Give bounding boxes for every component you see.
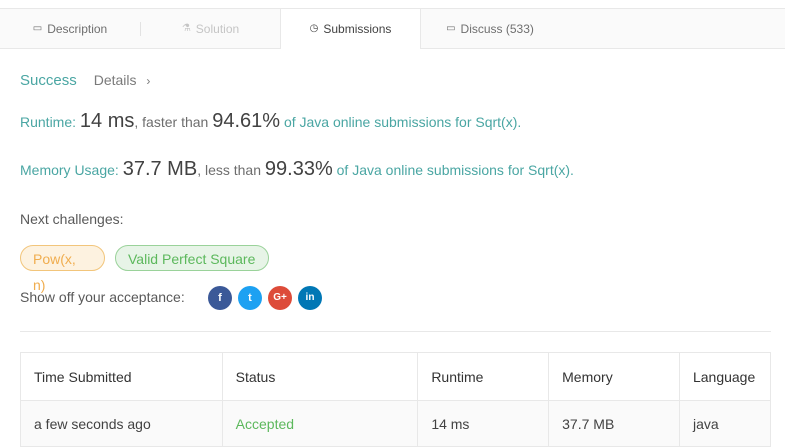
divider (20, 331, 771, 332)
top-strip (0, 0, 785, 9)
comment-icon: ▭ (446, 23, 456, 34)
memory-percent: 99.33% (264, 158, 333, 180)
chevron-right-icon: › (146, 74, 151, 88)
result-status: Success (20, 72, 77, 89)
header-memory[interactable]: Memory (548, 352, 680, 401)
google-plus-icon[interactable]: G+ (268, 286, 292, 310)
next-challenges-label: Next challenges: (20, 211, 124, 227)
challenge-valid-perfect-square[interactable]: Valid Perfect Square (115, 245, 269, 271)
runtime-value: 14 ms (79, 110, 135, 132)
tab-discuss-label: Discuss (533) (460, 22, 534, 36)
details-link[interactable]: Details › (94, 72, 151, 88)
submissions-table: Time Submitted Status Runtime Memory Lan… (20, 352, 772, 447)
table-row: a few seconds ago Accepted 14 ms 37.7 MB… (20, 400, 772, 447)
description-icon: ▭ (32, 23, 43, 34)
details-label: Details (93, 72, 137, 88)
memory-suffix: of Java online submissions for Sqrt(x). (332, 162, 574, 178)
header-time-submitted[interactable]: Time Submitted (20, 352, 223, 401)
tab-solution-label: Solution (195, 22, 240, 36)
tab-solution[interactable]: ⚗ Solution (141, 9, 280, 49)
memory-stat: Memory Usage: 37.7 MB, less than 99.33% … (20, 158, 574, 181)
cell-memory: 37.7 MB (548, 400, 680, 447)
result-header: Success Details › (20, 72, 150, 89)
runtime-percent: 94.61% (212, 110, 281, 132)
tab-description[interactable]: ▭ Description (0, 9, 140, 49)
memory-compare: , less than (197, 162, 265, 178)
cell-time-submitted: a few seconds ago (20, 400, 223, 447)
twitter-icon[interactable]: t (238, 286, 262, 310)
linkedin-icon[interactable]: in (298, 286, 322, 310)
clock-icon: ◷ (309, 23, 319, 34)
tab-description-label: Description (47, 22, 108, 36)
header-status[interactable]: Status (221, 352, 419, 401)
runtime-suffix: of Java online submissions for Sqrt(x). (280, 114, 522, 130)
tab-discuss[interactable]: ▭ Discuss (533) (420, 9, 560, 49)
tab-submissions[interactable]: ◷ Submissions (280, 9, 421, 49)
runtime-stat: Runtime: 14 ms, faster than 94.61% of Ja… (20, 110, 521, 133)
runtime-compare: , faster than (134, 114, 213, 130)
challenge-pow[interactable]: Pow(x, n) (20, 245, 105, 293)
memory-label: Memory Usage: (20, 162, 123, 178)
table-header-row: Time Submitted Status Runtime Memory Lan… (20, 352, 772, 401)
tab-submissions-label: Submissions (323, 22, 392, 36)
header-runtime[interactable]: Runtime (417, 352, 550, 401)
cell-language: java (678, 400, 772, 447)
cell-status-link[interactable]: Accepted (221, 400, 419, 447)
flask-icon: ⚗ (181, 23, 191, 34)
runtime-label: Runtime: (20, 114, 80, 130)
header-language[interactable]: Language (678, 352, 772, 401)
facebook-icon[interactable]: f (208, 286, 232, 310)
share-label: Show off your acceptance: (20, 289, 185, 305)
cell-runtime: 14 ms (417, 400, 550, 447)
memory-value: 37.7 MB (122, 158, 198, 180)
tab-bar: ▭ Description ⚗ Solution ◷ Submissions ▭… (0, 9, 785, 49)
